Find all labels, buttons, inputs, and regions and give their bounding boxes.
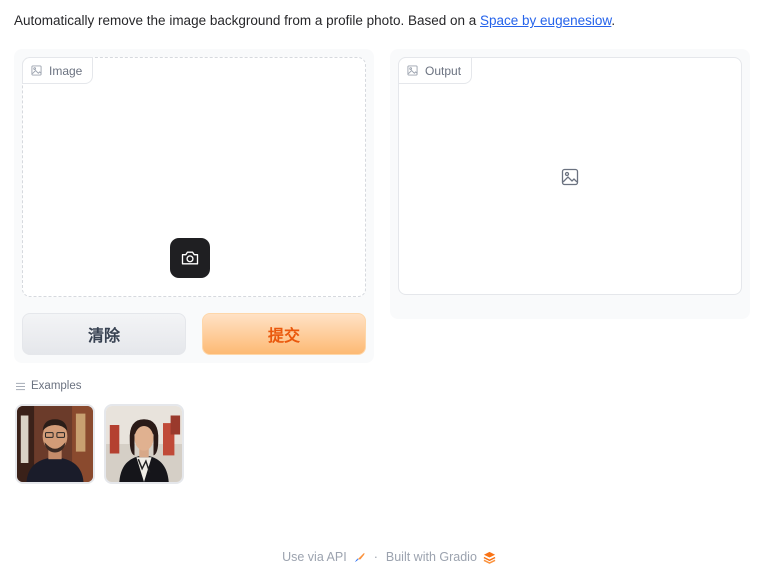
examples-label: Examples [31,380,82,392]
footer-separator: · [373,550,378,564]
output-label: Output [425,63,462,78]
portrait-woman-thumbnail [106,406,182,482]
example-item[interactable] [104,404,184,484]
image-icon [407,65,418,76]
built-label: Built with Gradio [385,550,477,564]
camera-icon [181,251,199,265]
webcam-button[interactable] [170,238,210,278]
submit-button[interactable]: 提交 [202,313,366,355]
input-panel: Image 清除 提交 [14,49,374,363]
footer: Use via API · Built with Gradio [0,550,778,564]
image-label: Image [49,63,83,78]
output-panel: Output [390,49,750,319]
portrait-man-thumbnail [17,406,93,482]
rocket-icon [354,552,365,562]
image-label-tag: Image [22,57,94,84]
output-image-area: Output [398,57,742,295]
list-icon [16,382,25,390]
image-icon [31,65,42,76]
description-suffix: . [611,13,616,28]
clear-button[interactable]: 清除 [22,313,186,355]
gradio-logo-icon [483,551,496,564]
built-with-gradio-link[interactable]: Built with Gradio [386,550,496,564]
app-description: Automatically remove the image backgroun… [14,13,615,28]
api-label: Use via API [282,550,347,564]
description-text: Automatically remove the image backgroun… [14,13,481,28]
examples-header: Examples [16,380,82,392]
use-via-api-link[interactable]: Use via API [282,550,366,564]
image-upload-area[interactable]: Image [22,57,366,297]
image-placeholder-icon [561,168,579,186]
output-label-tag: Output [398,57,473,84]
example-item[interactable] [15,404,95,484]
space-link[interactable]: Space by eugenesiow [480,13,611,28]
